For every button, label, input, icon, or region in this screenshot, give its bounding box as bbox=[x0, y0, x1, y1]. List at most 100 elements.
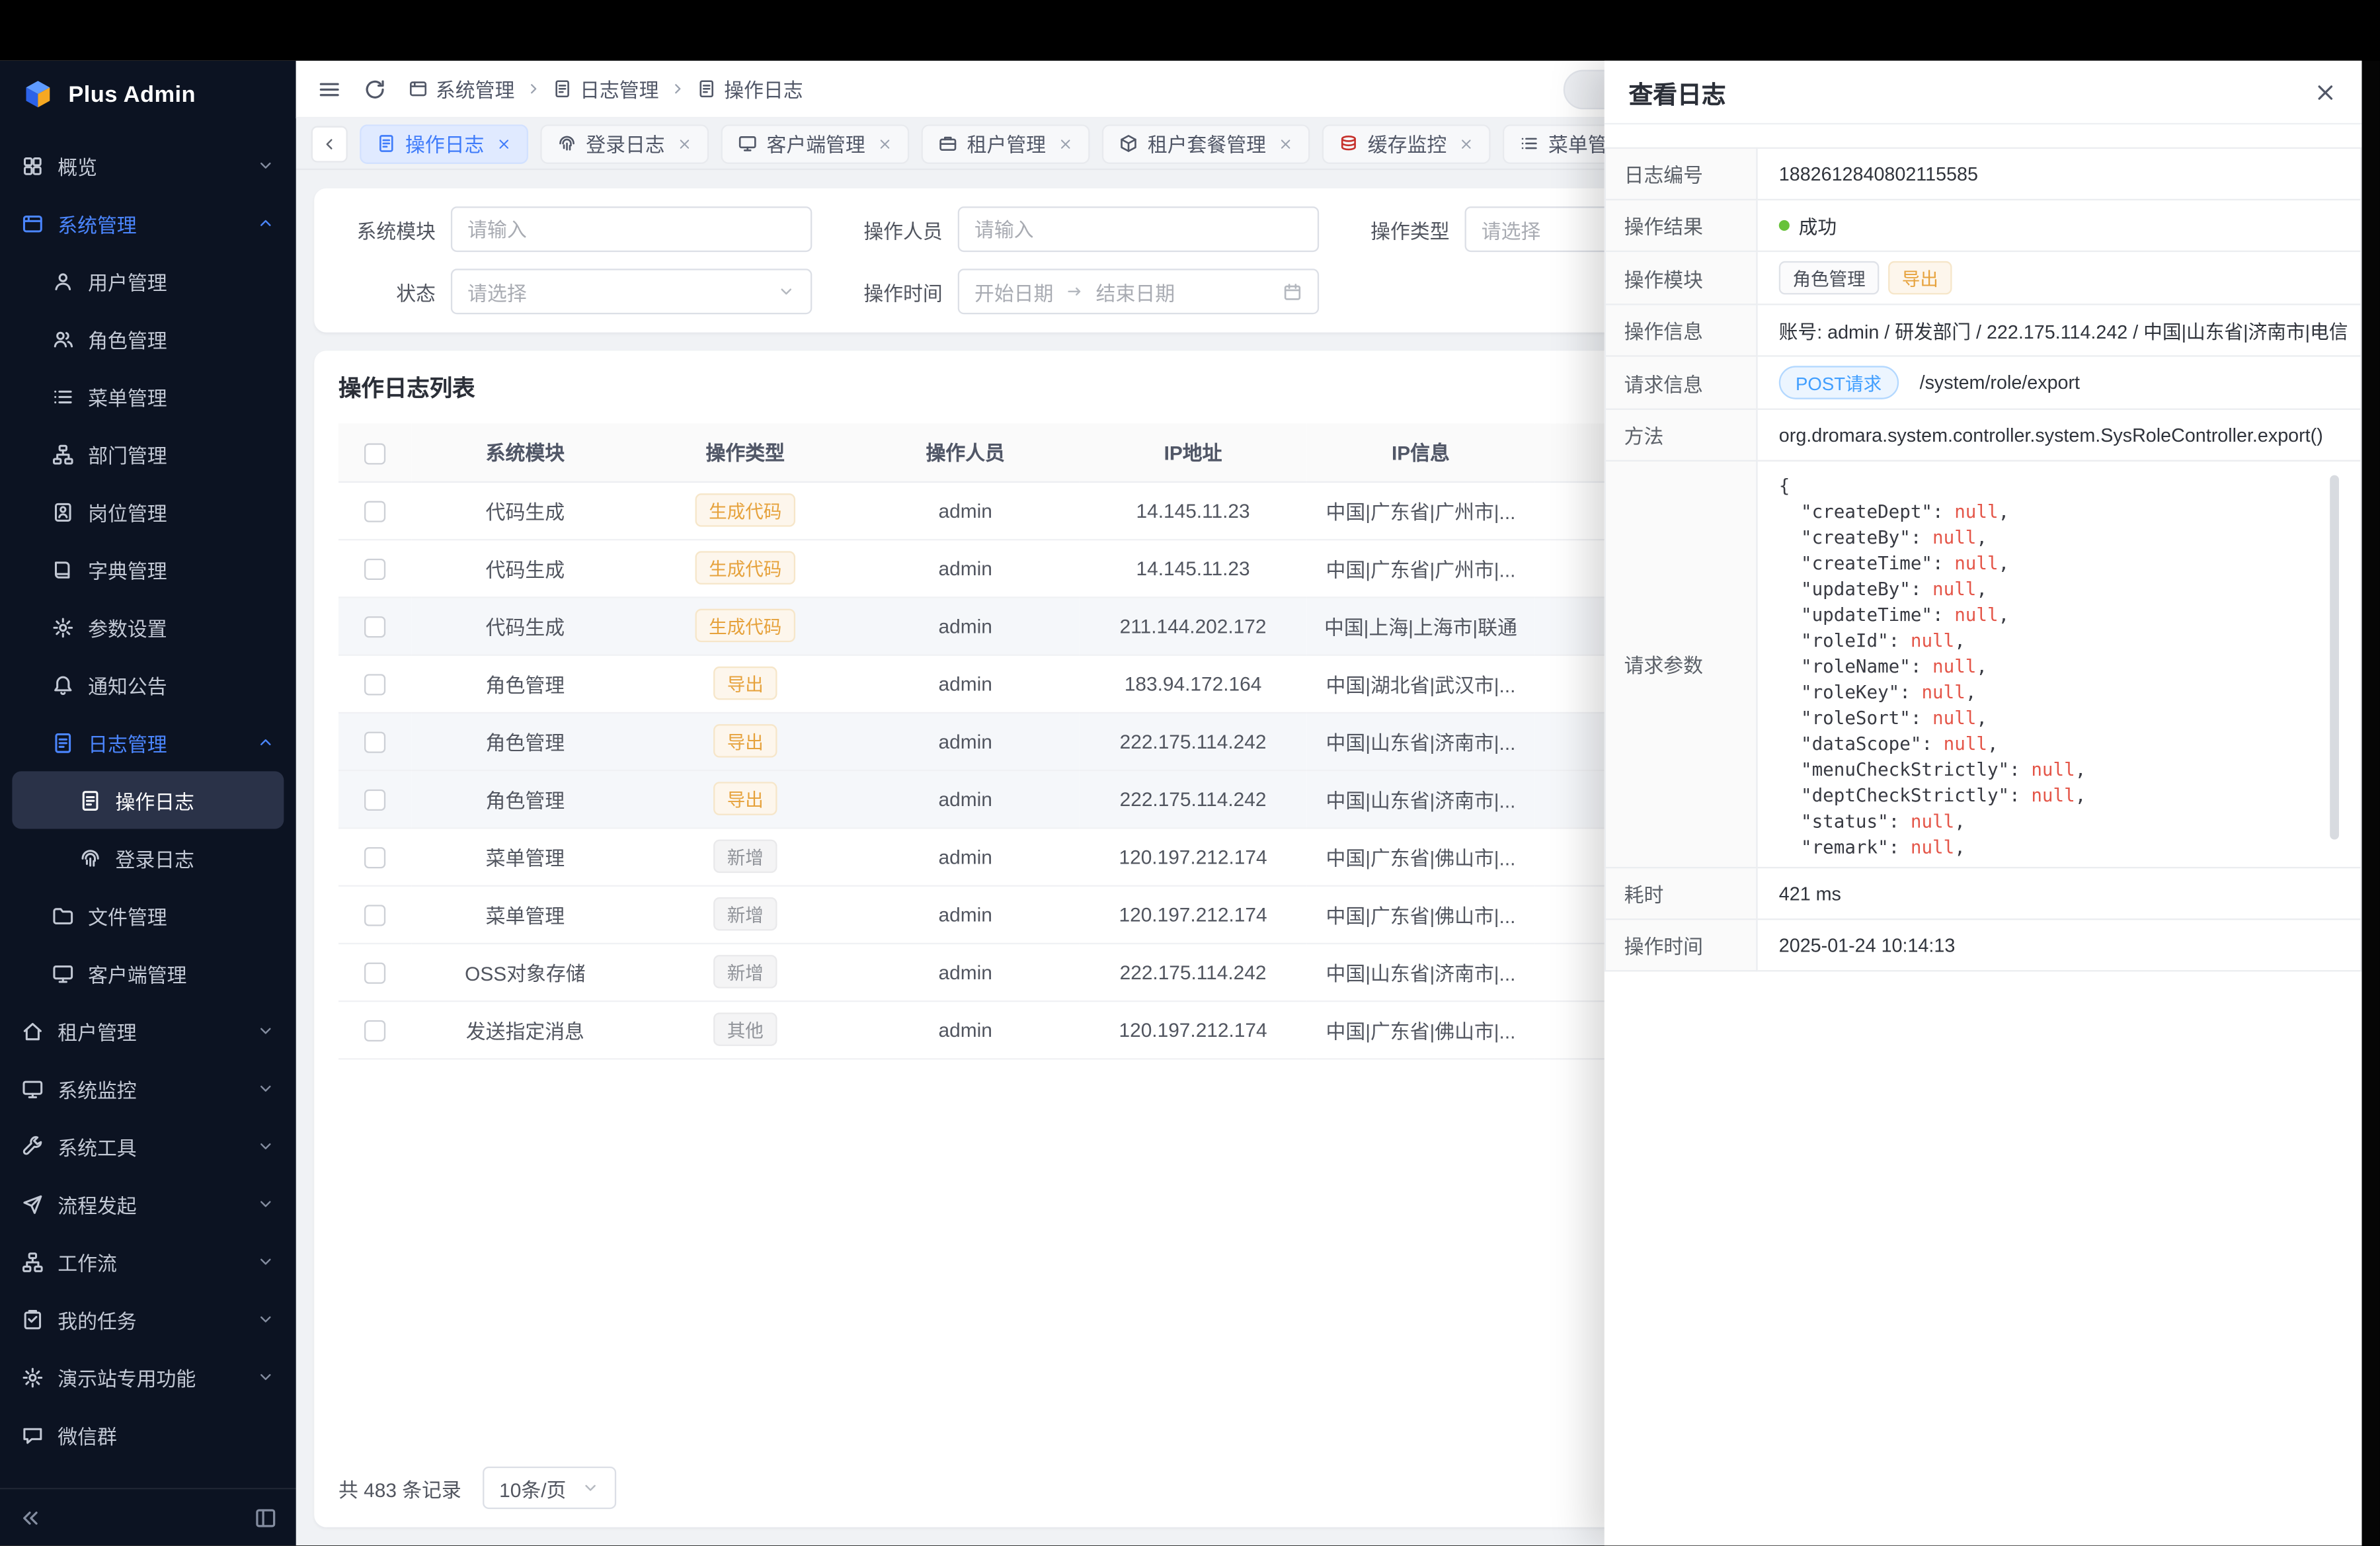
fingerprint-icon bbox=[79, 846, 101, 869]
tab[interactable]: 客户端管理 bbox=[721, 124, 910, 163]
cell-ip-info: 中国|广东省|佛山市|... bbox=[1307, 885, 1534, 943]
sidebar-item[interactable]: 客户端管理 bbox=[0, 944, 296, 1002]
sidebar-item[interactable]: 参数设置 bbox=[0, 598, 296, 656]
filter-label: 操作人员 bbox=[846, 215, 943, 244]
sidebar-item[interactable]: 字典管理 bbox=[0, 540, 296, 598]
tab[interactable]: 登录日志 bbox=[540, 124, 709, 163]
field-label: 方法 bbox=[1605, 409, 1757, 461]
action-type-tag: 生成代码 bbox=[695, 609, 795, 643]
sidebar-item-label: 通知公告 bbox=[88, 671, 167, 700]
row-checkbox[interactable] bbox=[364, 731, 385, 753]
sidebar-item[interactable]: 操作日志 bbox=[12, 771, 284, 829]
sidebar-item[interactable]: 用户管理 bbox=[0, 252, 296, 309]
drawer-close-icon[interactable] bbox=[2313, 80, 2338, 104]
sidebar-item[interactable]: 岗位管理 bbox=[0, 483, 296, 540]
close-icon[interactable] bbox=[877, 136, 892, 151]
action-type-tag: 导出 bbox=[713, 782, 777, 815]
cell-module: 菜单管理 bbox=[411, 885, 639, 943]
drawer-field-row: 操作信息账号: admin / 研发部门 / 222.175.114.242 /… bbox=[1605, 304, 2361, 356]
sidebar-item[interactable]: 微信群 bbox=[0, 1406, 296, 1463]
tab[interactable]: 租户管理 bbox=[922, 124, 1090, 163]
sidebar-item-label: 日志管理 bbox=[88, 728, 167, 757]
doc-icon bbox=[79, 789, 101, 811]
sidebar-item[interactable]: 部门管理 bbox=[0, 425, 296, 483]
cell-operator: admin bbox=[852, 539, 1079, 596]
code-scrollbar-thumb[interactable] bbox=[2330, 475, 2339, 840]
breadcrumb-item[interactable]: 操作日志 bbox=[697, 74, 803, 103]
tab[interactable]: 缓存监控 bbox=[1322, 124, 1491, 163]
filter-input[interactable] bbox=[958, 206, 1319, 252]
breadcrumb-item[interactable]: 日志管理 bbox=[553, 74, 659, 103]
tabs-scroll-left-button[interactable] bbox=[311, 125, 348, 161]
tab[interactable]: 租户套餐管理 bbox=[1102, 124, 1310, 163]
page-size-select[interactable]: 10条/页 bbox=[483, 1467, 616, 1509]
sidebar-item[interactable]: 流程发起 bbox=[0, 1175, 296, 1233]
sidebar-item[interactable]: 工作流 bbox=[0, 1233, 296, 1290]
doc-icon bbox=[553, 79, 573, 99]
chevron-right-icon bbox=[670, 81, 686, 97]
field-label: 请求参数 bbox=[1605, 461, 1757, 868]
pagination-total: 共 483 条记录 bbox=[338, 1473, 461, 1502]
row-checkbox[interactable] bbox=[364, 1020, 385, 1041]
close-icon[interactable] bbox=[1278, 136, 1293, 151]
sidebar-item[interactable]: 概览 bbox=[0, 137, 296, 194]
screen: Plus Admin 概览系统管理用户管理角色管理菜单管理部门管理岗位管理字典管… bbox=[0, 0, 2380, 1545]
module-tag: 导出 bbox=[1888, 261, 1952, 295]
sidebar-item-label: 用户管理 bbox=[88, 266, 167, 296]
module-tag: 角色管理 bbox=[1779, 261, 1880, 295]
row-checkbox[interactable] bbox=[364, 847, 385, 868]
sidebar-item[interactable]: 菜单管理 bbox=[0, 368, 296, 425]
browser-scrollbar[interactable] bbox=[2361, 61, 2380, 1545]
drawer-field-row: 请求参数{ "createDept": null, "createBy": nu… bbox=[1605, 461, 2361, 868]
chevron-down-icon bbox=[581, 1479, 600, 1497]
collapse-sidebar-icon[interactable] bbox=[19, 1505, 43, 1529]
tab[interactable]: 操作日志 bbox=[360, 124, 528, 163]
list-icon bbox=[52, 385, 74, 407]
cell-ip: 222.175.114.242 bbox=[1079, 943, 1306, 1000]
brand[interactable]: Plus Admin bbox=[0, 61, 296, 128]
close-icon[interactable] bbox=[1459, 136, 1474, 151]
row-checkbox[interactable] bbox=[364, 674, 385, 695]
request-params-json[interactable]: { "createDept": null, "createBy": null, … bbox=[1779, 471, 2339, 858]
row-checkbox[interactable] bbox=[364, 616, 385, 637]
close-icon[interactable] bbox=[1058, 136, 1073, 151]
send-icon bbox=[21, 1192, 44, 1215]
sidebar-item[interactable]: 系统监控 bbox=[0, 1060, 296, 1118]
sidebar-item-label: 客户端管理 bbox=[88, 959, 186, 988]
sidebar-item[interactable]: 演示站专用功能 bbox=[0, 1348, 296, 1406]
cell-ip-info: 中国|广东省|广州市|... bbox=[1307, 481, 1534, 539]
field-label: 操作结果 bbox=[1605, 200, 1757, 251]
sidebar-item[interactable]: 角色管理 bbox=[0, 309, 296, 367]
sidebar-item[interactable]: 登录日志 bbox=[0, 829, 296, 887]
list-icon bbox=[1519, 134, 1539, 153]
sidebar-item[interactable]: 系统工具 bbox=[0, 1118, 296, 1175]
row-checkbox[interactable] bbox=[364, 558, 385, 579]
row-checkbox[interactable] bbox=[364, 789, 385, 810]
sidebar-item[interactable]: 通知公告 bbox=[0, 656, 296, 713]
breadcrumb-label: 系统管理 bbox=[436, 74, 514, 103]
close-icon[interactable] bbox=[496, 136, 512, 151]
close-icon[interactable] bbox=[677, 136, 692, 151]
row-checkbox[interactable] bbox=[364, 962, 385, 983]
row-checkbox[interactable] bbox=[364, 905, 385, 926]
sidebar-item[interactable]: 我的任务 bbox=[0, 1291, 296, 1348]
sidebar-item[interactable]: 系统管理 bbox=[0, 194, 296, 252]
sidebar-item[interactable]: 文件管理 bbox=[0, 887, 296, 944]
sidebar-item[interactable]: 日志管理 bbox=[0, 713, 296, 771]
column-header: 系统模块 bbox=[411, 424, 639, 481]
row-checkbox[interactable] bbox=[364, 501, 385, 522]
filter-daterange[interactable]: 开始日期结束日期 bbox=[958, 268, 1319, 314]
cell-operator: admin bbox=[852, 943, 1079, 1000]
filter-select[interactable]: 请选择 bbox=[451, 268, 812, 314]
select-all-checkbox[interactable] bbox=[364, 442, 385, 464]
action-type-tag: 生成代码 bbox=[695, 493, 795, 527]
breadcrumb-item[interactable]: 系统管理 bbox=[409, 74, 515, 103]
home-icon bbox=[21, 1020, 44, 1042]
sidebar-item[interactable]: 租户管理 bbox=[0, 1002, 296, 1059]
sidebar: Plus Admin 概览系统管理用户管理角色管理菜单管理部门管理岗位管理字典管… bbox=[0, 61, 296, 1545]
filter-input[interactable] bbox=[451, 206, 812, 252]
cell-operator: admin bbox=[852, 481, 1079, 539]
hamburger-icon[interactable] bbox=[317, 77, 342, 101]
pin-sidebar-icon[interactable] bbox=[253, 1505, 278, 1529]
refresh-icon[interactable] bbox=[363, 77, 387, 101]
